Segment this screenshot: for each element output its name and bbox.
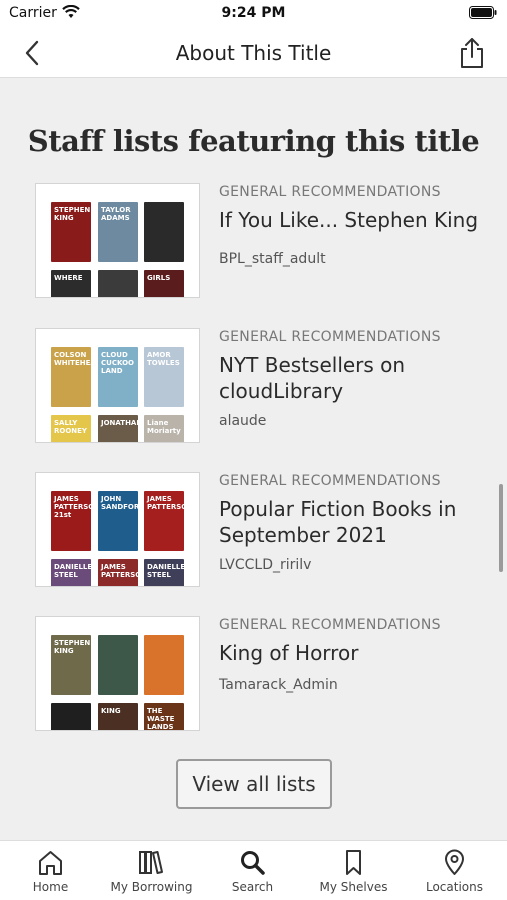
page-title: About This Title <box>175 41 332 65</box>
book-cover: COLSON WHITEHEAD <box>51 347 102 407</box>
book-cover-text: JONATHAN <box>101 419 143 427</box>
book-cover-text: THE WASTE LANDS <box>147 707 175 731</box>
book-cover: TAYLOR ADAMS <box>98 202 138 262</box>
tab-search[interactable]: Search <box>202 841 303 900</box>
book-cover <box>144 202 184 262</box>
list-category: GENERAL RECOMMENDATIONS <box>219 473 441 489</box>
tab-my-borrowing[interactable]: My Borrowing <box>101 841 202 900</box>
location-pin-icon <box>445 849 464 875</box>
book-cover: KING <box>98 703 138 730</box>
list-cover-collage: STEPHEN KING TAYLOR ADAMS WHERE GIRLS <box>35 183 200 298</box>
book-cover: WHERE <box>51 270 91 297</box>
tab-locations[interactable]: Locations <box>404 841 505 900</box>
book-cover-text: AMOR TOWLES <box>147 351 180 367</box>
book-cover-text: JAMES PATTERSON <box>101 563 148 579</box>
list-author: alaude <box>219 413 267 429</box>
list-cover-collage: STEPHEN KING KING THE WASTE LANDS <box>35 616 200 731</box>
staff-list-item[interactable]: JAMES PATTERSON 21st JOHN SANDFORD JAMES P… <box>0 472 507 588</box>
book-cover-text: SALLY ROONEY <box>54 419 88 435</box>
book-cover-text: JOHN SANDFORD <box>101 495 146 511</box>
home-icon <box>39 851 62 875</box>
book-cover: JOHN SANDFORD <box>98 491 145 551</box>
books-icon <box>139 851 163 874</box>
book-cover: JAMES PATTERSON 21st <box>51 491 100 551</box>
book-cover: STEPHEN KING <box>51 635 91 695</box>
book-cover: DANIELLE STEEL <box>144 559 186 586</box>
list-title[interactable]: NYT Bestsellers on cloudLibrary <box>219 352 489 404</box>
list-title[interactable]: Popular Fiction Books in September 2021 <box>219 496 489 548</box>
book-cover-text: DANIELLE STEEL <box>54 563 93 579</box>
view-all-lists-button[interactable]: View all lists <box>176 759 332 809</box>
staff-list-item[interactable]: STEPHEN KING KING THE WASTE LANDS GENERAL R… <box>0 616 507 732</box>
tab-my-borrowing-label: My Borrowing <box>110 880 193 894</box>
tab-my-shelves-label: My Shelves <box>319 880 388 894</box>
section-heading: Staff lists featuring this title <box>27 124 480 158</box>
book-cover-text: COLSON WHITEHEAD <box>54 351 102 367</box>
clock: 9:24 PM <box>221 5 286 21</box>
book-cover-text: GIRLS <box>147 274 171 282</box>
book-cover-text: JAMES PATTERSON 21st <box>54 495 101 519</box>
book-cover-text: DANIELLE STEEL <box>147 563 186 579</box>
tab-locations-label: Locations <box>425 880 483 894</box>
bookmark-icon <box>346 850 361 875</box>
tab-bar: Home My Borrowing Search My Shelves Loca… <box>0 840 507 900</box>
book-cover: JONATHAN <box>98 415 142 442</box>
book-cover-text: STEPHEN KING <box>54 639 91 655</box>
search-icon <box>241 851 265 875</box>
tab-my-shelves[interactable]: My Shelves <box>303 841 404 900</box>
list-title[interactable]: King of Horror <box>219 640 489 666</box>
book-cover: JAMES PATTERSON <box>98 559 147 586</box>
book-cover <box>144 635 184 695</box>
status-bar: Carrier 9:24 PM <box>0 0 507 28</box>
book-cover <box>51 703 91 730</box>
book-cover-text: Liane Moriarty <box>147 419 181 435</box>
book-cover: STEPHEN KING <box>51 202 91 262</box>
book-cover-text: WHERE <box>54 274 83 282</box>
list-cover-collage: COLSON WHITEHEAD CLOUD CUCKOO LAND AMOR TO… <box>35 328 200 443</box>
book-cover: Liane Moriarty <box>144 415 184 442</box>
book-cover: GIRLS <box>144 270 184 297</box>
navigation-bar: About This Title <box>0 28 507 78</box>
book-cover: CLOUD CUCKOO LAND <box>98 347 138 407</box>
list-cover-collage: JAMES PATTERSON 21st JOHN SANDFORD JAMES P… <box>35 472 200 587</box>
book-cover: DANIELLE STEEL <box>51 559 93 586</box>
scrollbar[interactable] <box>499 484 503 572</box>
book-cover <box>98 635 138 695</box>
tab-search-label: Search <box>231 880 274 894</box>
list-title[interactable]: If You Like... Stephen King <box>219 207 489 233</box>
book-cover <box>98 270 138 297</box>
list-author: Tamarack_Admin <box>219 677 338 693</box>
book-cover: SALLY ROONEY <box>51 415 91 442</box>
book-cover-text: STEPHEN KING <box>54 206 91 222</box>
book-cover-text: TAYLOR ADAMS <box>101 206 131 222</box>
battery-icon <box>469 6 497 19</box>
list-author: LVCCLD_ririlv <box>219 557 312 573</box>
book-cover: AMOR TOWLES <box>144 347 184 407</box>
list-category: GENERAL RECOMMENDATIONS <box>219 617 441 633</box>
book-cover-text: CLOUD CUCKOO LAND <box>101 351 134 375</box>
tab-home[interactable]: Home <box>0 841 101 900</box>
share-icon[interactable] <box>459 37 485 69</box>
main-content: Staff lists featuring this title STEPHEN… <box>0 79 507 840</box>
staff-list-item[interactable]: COLSON WHITEHEAD CLOUD CUCKOO LAND AMOR TO… <box>0 328 507 444</box>
list-category: GENERAL RECOMMENDATIONS <box>219 329 441 345</box>
list-author: BPL_staff_adult <box>219 251 326 267</box>
book-cover: THE WASTE LANDS <box>144 703 184 731</box>
book-cover-text: JAMES PATTERSON <box>147 495 194 511</box>
book-cover: JAMES PATTERSON <box>144 491 193 551</box>
tab-home-label: Home <box>32 880 69 894</box>
staff-list-item[interactable]: STEPHEN KING TAYLOR ADAMS WHERE GIRLS GENERA… <box>0 183 507 299</box>
book-cover-text: KING <box>101 707 121 715</box>
list-category: GENERAL RECOMMENDATIONS <box>219 184 441 200</box>
